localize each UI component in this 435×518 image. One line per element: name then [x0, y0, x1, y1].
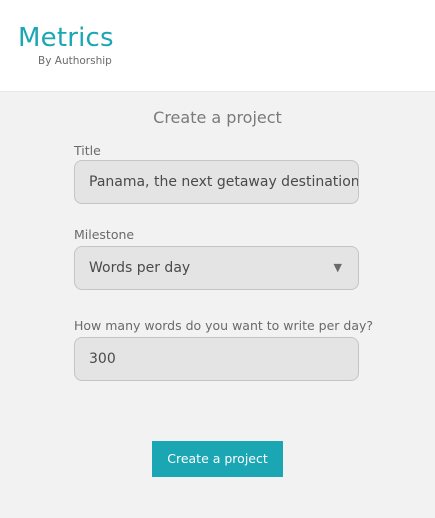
- title-label: Title: [74, 143, 101, 158]
- milestone-label: Milestone: [74, 227, 135, 242]
- dropdown-triangle-icon: ▼: [333, 261, 342, 274]
- words-per-day-label: How many words do you want to write per …: [74, 318, 374, 333]
- milestone-selected-value: Words per day: [89, 260, 191, 276]
- brand-name: Metrics: [18, 23, 114, 53]
- milestone-select[interactable]: Words per day ▼: [74, 246, 359, 290]
- brand-tagline: By Authorship: [38, 55, 112, 67]
- title-input[interactable]: Panama, the next getaway destination: [74, 160, 359, 204]
- brand-logo[interactable]: Metrics By Authorship: [18, 22, 138, 67]
- app-header: Metrics By Authorship: [0, 0, 435, 92]
- create-project-button[interactable]: Create a project: [152, 441, 283, 477]
- create-project-panel: Create a project Title Panama, the next …: [0, 92, 435, 518]
- words-per-day-input[interactable]: 300: [74, 337, 359, 381]
- page-title: Create a project: [153, 108, 282, 127]
